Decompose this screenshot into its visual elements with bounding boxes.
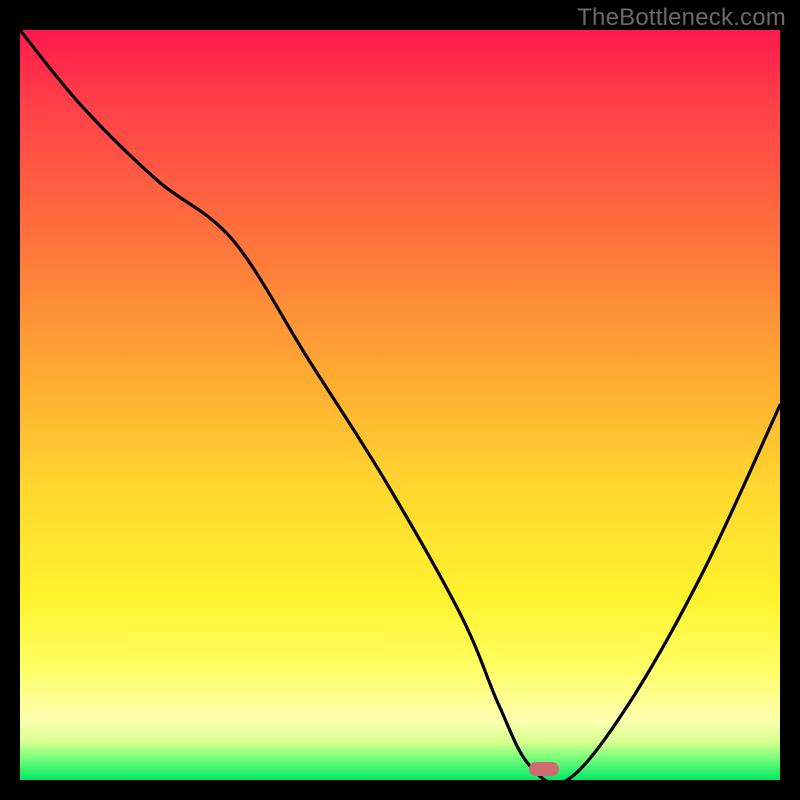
chart-frame: TheBottleneck.com — [0, 0, 800, 800]
bottleneck-curve-svg — [20, 30, 780, 780]
optimal-point-marker — [529, 762, 559, 776]
watermark-text: TheBottleneck.com — [577, 4, 786, 32]
bottleneck-curve-path — [20, 30, 780, 780]
